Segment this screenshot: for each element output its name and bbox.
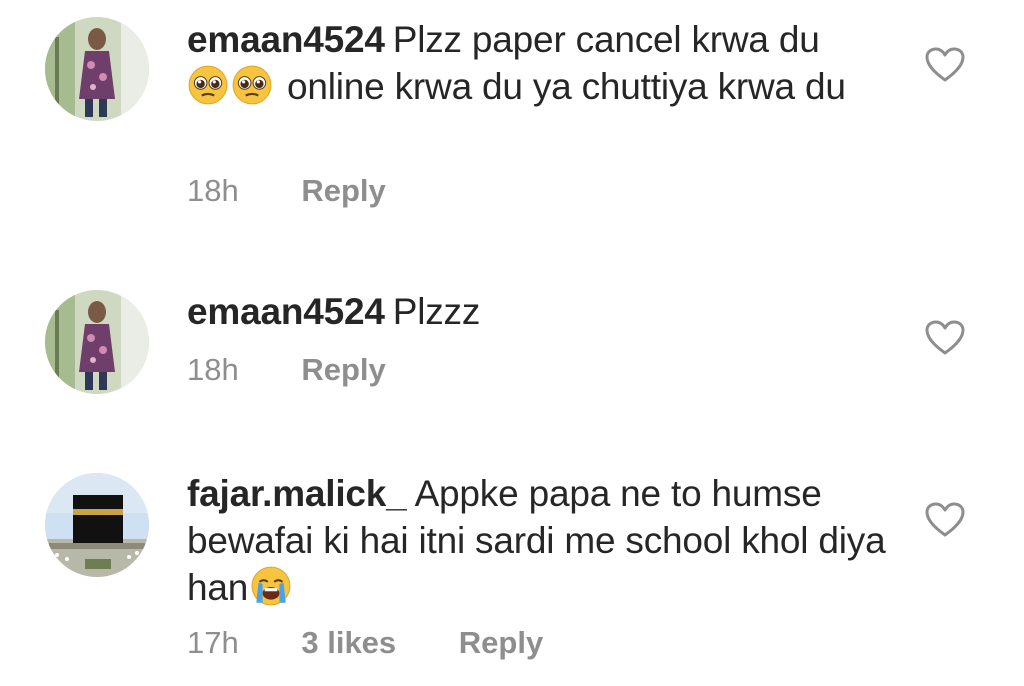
comment-username[interactable]: emaan4524	[187, 19, 385, 60]
reply-button[interactable]: Reply	[301, 352, 385, 388]
comment-body: Plzz paper cancel krwa du	[392, 19, 820, 60]
comment-body: online krwa du ya chuttiya krwa du	[287, 66, 846, 107]
comment-body: Plzzz	[392, 291, 481, 332]
reply-button[interactable]: Reply	[301, 173, 385, 209]
avatar[interactable]	[45, 17, 149, 121]
comment-username[interactable]: fajar.malick_	[187, 473, 407, 514]
reply-button[interactable]: Reply	[459, 625, 543, 661]
pleading-face-emoji	[231, 64, 273, 106]
heart-icon[interactable]	[925, 502, 965, 538]
heart-icon[interactable]	[925, 47, 965, 83]
avatar[interactable]	[45, 290, 149, 394]
comment-text: emaan4524 Plzz paper cancel krwa du onli…	[187, 16, 887, 110]
comment-username[interactable]: emaan4524	[187, 291, 385, 332]
heart-icon[interactable]	[925, 320, 965, 356]
comment-timestamp: 18h	[187, 173, 239, 208]
loudly-crying-face-emoji	[250, 565, 292, 607]
comment-timestamp: 18h	[187, 352, 239, 387]
comment-timestamp: 17h	[187, 625, 239, 660]
avatar[interactable]	[45, 473, 149, 577]
comment-text: emaan4524 Plzzz	[187, 288, 887, 335]
likes-count-button[interactable]: 3 likes	[301, 625, 396, 661]
comment-meta: 18h Reply	[187, 352, 440, 388]
pleading-face-emoji	[187, 64, 229, 106]
comment-meta: 17h 3 likes Reply	[187, 625, 597, 661]
comment-text: fajar.malick_ Appke papa ne to humse bewa…	[187, 470, 887, 611]
comment-meta: 18h Reply	[187, 173, 440, 209]
